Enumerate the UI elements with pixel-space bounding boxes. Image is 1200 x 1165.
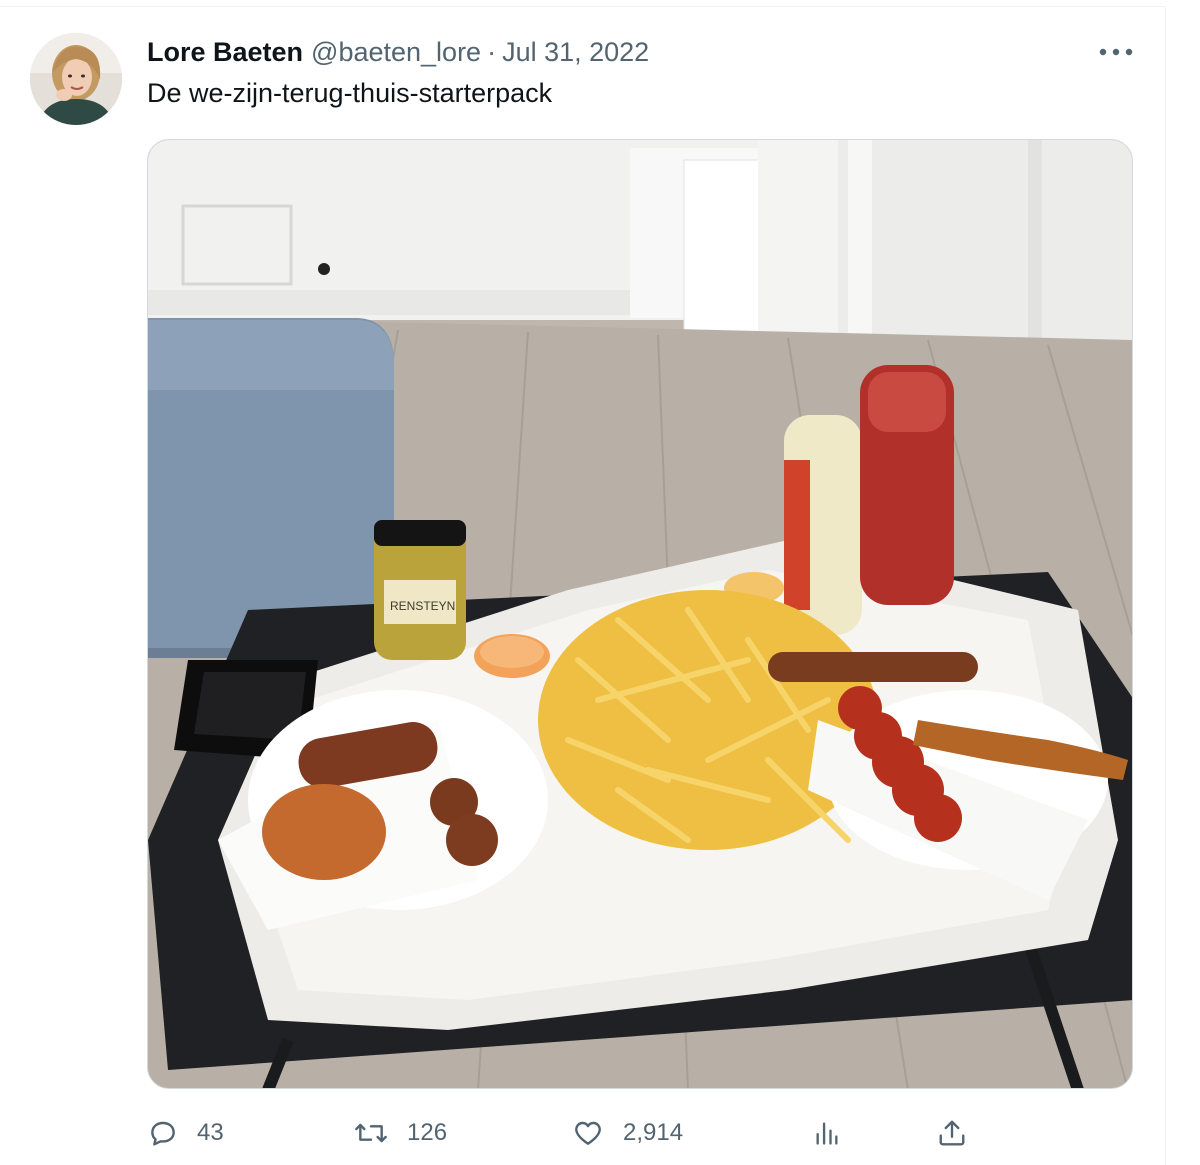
tweet-photo[interactable]: RENSTEYN — [147, 139, 1133, 1089]
avatar-photo — [30, 33, 122, 125]
retweet-count: 126 — [407, 1119, 448, 1146]
author-name[interactable]: Lore Baeten — [147, 37, 303, 68]
reply-count: 43 — [197, 1119, 224, 1146]
share-icon — [939, 1120, 965, 1146]
separator-dot: · — [487, 36, 497, 67]
like-button[interactable]: 2,914 — [571, 1110, 683, 1156]
views-button[interactable] — [813, 1110, 841, 1156]
jar-label: RENSTEYN — [390, 599, 455, 613]
avatar[interactable] — [30, 33, 122, 125]
tweet-date[interactable]: Jul 31, 2022 — [502, 37, 649, 68]
retweet-button[interactable]: 126 — [353, 1110, 447, 1156]
tweet-header: Lore Baeten @baeten_lore · Jul 31, 2022 — [147, 35, 649, 69]
food-photo-illustration: RENSTEYN — [148, 140, 1132, 1088]
more-icon — [1099, 48, 1133, 56]
heart-icon — [575, 1121, 601, 1145]
author-handle[interactable]: @baeten_lore — [311, 37, 481, 68]
reply-button[interactable]: 43 — [147, 1110, 224, 1156]
like-count: 2,914 — [623, 1119, 684, 1146]
more-button[interactable] — [1096, 38, 1136, 66]
reply-icon — [151, 1121, 175, 1146]
share-button[interactable] — [937, 1110, 967, 1156]
views-icon — [816, 1122, 838, 1145]
tweet-text: De we-zijn-terug-thuis-starterpack — [147, 78, 553, 108]
action-bar: 43 126 2,914 — [147, 1110, 1133, 1156]
retweet-icon — [355, 1123, 387, 1143]
